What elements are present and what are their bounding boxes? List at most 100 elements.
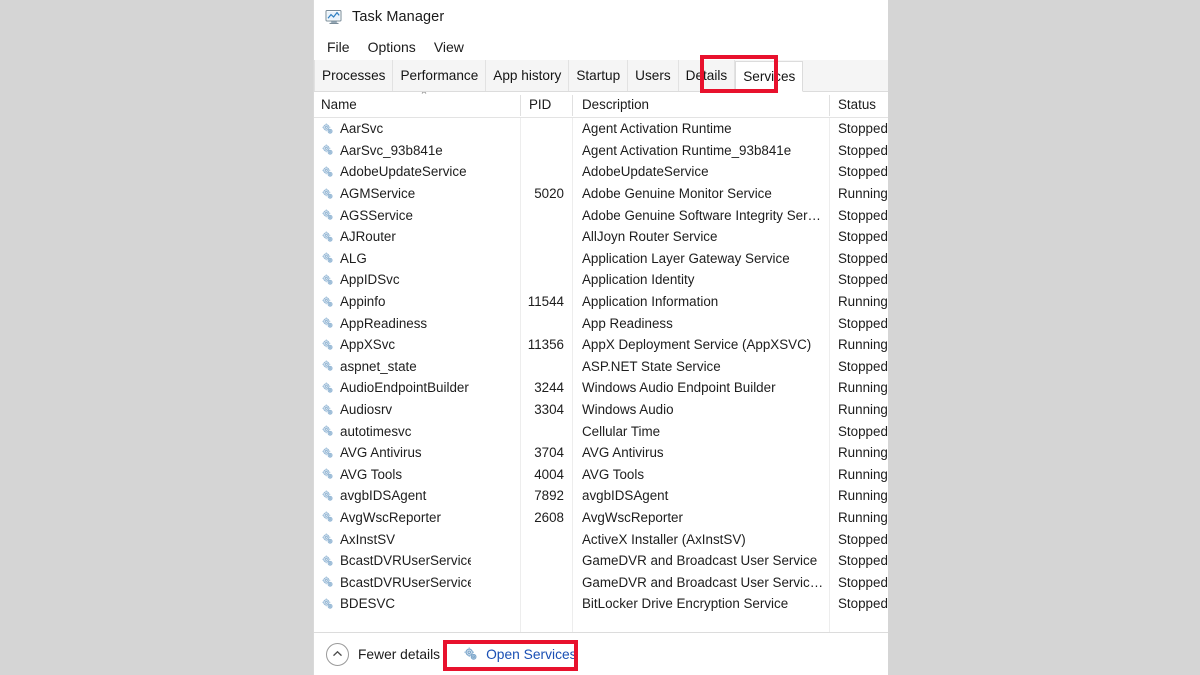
cell-description: Agent Activation Runtime <box>582 121 732 137</box>
service-name: AudioEndpointBuilder <box>340 380 469 396</box>
service-name: Appinfo <box>340 294 386 310</box>
annotation-box-services-tab <box>700 55 778 93</box>
cell-description: AVG Antivirus <box>582 445 664 461</box>
tab-performance[interactable]: Performance <box>393 60 487 91</box>
service-name: BcastDVRUserService_93b8… <box>340 574 471 590</box>
table-row[interactable]: AarSvc Agent Activation Runtime Stopped <box>314 118 888 140</box>
cell-pid <box>510 571 572 593</box>
column-header-status[interactable]: Status <box>838 92 888 117</box>
cell-description: Application Identity <box>582 272 695 288</box>
cell-name: autotimesvc <box>321 420 471 442</box>
service-gear-icon <box>322 231 333 242</box>
cell-status: Stopped <box>838 229 888 245</box>
table-row[interactable]: AVG Tools 4004 AVG Tools Running <box>314 464 888 486</box>
service-name: autotimesvc <box>340 423 412 439</box>
cell-description: Windows Audio Endpoint Builder <box>582 380 776 396</box>
table-row[interactable]: AGMService 5020 Adobe Genuine Monitor Serv… <box>314 183 888 205</box>
table-row[interactable]: BcastDVRUserService_93b8… GameDVR and Bro… <box>314 571 888 593</box>
column-header-pid[interactable]: PID <box>529 92 571 117</box>
cell-status: Stopped <box>838 358 888 374</box>
table-row[interactable]: AppReadiness App Readiness Stopped <box>314 312 888 334</box>
header-separator[interactable] <box>829 95 830 116</box>
cell-status: Running <box>838 466 888 482</box>
service-gear-icon <box>322 511 333 523</box>
service-name: AJRouter <box>340 229 396 245</box>
cell-pid <box>510 226 572 248</box>
service-gear-icon <box>322 317 333 328</box>
cell-description: Application Layer Gateway Service <box>582 250 790 266</box>
table-row[interactable]: BcastDVRUserService GameDVR and Broadcast… <box>314 550 888 572</box>
table-row[interactable]: autotimesvc Cellular Time Stopped <box>314 420 888 442</box>
tab-processes[interactable]: Processes <box>314 60 394 91</box>
cell-description: AvgWscReporter <box>582 509 683 525</box>
cell-description: Cellular Time <box>582 423 661 439</box>
cell-name: AJRouter <box>321 226 471 248</box>
service-name: aspnet_state <box>340 358 417 374</box>
cell-pid <box>510 204 572 226</box>
cell-pid: 3304 <box>534 402 564 418</box>
table-row[interactable]: AarSvc_93b841e Agent Activation Runtime_9… <box>314 140 888 162</box>
cell-status: Running <box>838 445 888 461</box>
cell-pid <box>510 312 572 334</box>
tab-users[interactable]: Users <box>628 60 679 91</box>
service-gear-icon <box>322 295 333 307</box>
table-row[interactable]: ALG Application Layer Gateway Service Stop… <box>314 248 888 270</box>
menu-item-file[interactable]: File <box>327 39 350 55</box>
cell-description: Adobe Genuine Monitor Service <box>582 186 772 202</box>
tab-startup[interactable]: Startup <box>569 60 629 91</box>
service-name: AVG Antivirus <box>340 445 422 461</box>
table-row[interactable]: avgbIDSAgent 7892 avgbIDSAgent Running <box>314 485 888 507</box>
tab-strip: Processes Performance App history Startu… <box>314 60 888 92</box>
table-row[interactable]: Appinfo 11544 Application Information Runni… <box>314 291 888 313</box>
table-row[interactable]: AGSService Adobe Genuine Software Integri… <box>314 204 888 226</box>
cell-status: Running <box>838 488 888 504</box>
table-row[interactable]: AudioEndpointBuilder 3244 Windows Audio En… <box>314 377 888 399</box>
cell-pid <box>510 420 572 442</box>
cell-pid: 5020 <box>534 186 564 202</box>
services-list: Name ⌃ PID Description Status AarSvc Agen… <box>314 92 888 632</box>
cell-pid <box>510 528 572 550</box>
cell-status: Stopped <box>838 250 888 266</box>
menu-item-options[interactable]: Options <box>368 39 416 55</box>
cell-name: AdobeUpdateService <box>321 161 471 183</box>
cell-name: AudioEndpointBuilder <box>321 377 471 399</box>
table-row[interactable]: AJRouter AllJoyn Router Service Stopped <box>314 226 888 248</box>
table-row[interactable]: AppIDSvc Application Identity Stopped <box>314 269 888 291</box>
chevron-up-icon[interactable] <box>326 642 349 666</box>
table-row[interactable]: aspnet_state ASP.NET State Service Stopped <box>314 356 888 378</box>
window-title: Task Manager <box>352 8 445 25</box>
table-row[interactable]: AVG Antivirus 3704 AVG Antivirus Running <box>314 442 888 464</box>
cell-name: AarSvc_93b841e <box>321 140 471 162</box>
column-header-description[interactable]: Description <box>582 92 826 117</box>
menu-item-view[interactable]: View <box>434 39 464 55</box>
cell-status: Stopped <box>838 315 888 331</box>
table-row[interactable]: BDESVC BitLocker Drive Encryption Service… <box>314 593 888 615</box>
service-gear-icon <box>322 490 333 501</box>
table-row[interactable]: Audiosrv 3304 Windows Audio Running <box>314 399 888 421</box>
cell-name: AvgWscReporter <box>321 507 471 529</box>
cell-pid <box>510 140 572 162</box>
cell-name: BDESVC <box>321 593 471 615</box>
header-separator[interactable] <box>572 95 573 116</box>
table-row[interactable]: AdobeUpdateService AdobeUpdateService Stop… <box>314 161 888 183</box>
cell-name: AppIDSvc <box>321 269 471 291</box>
cell-status: Running <box>838 380 888 396</box>
table-row[interactable]: AvgWscReporter 2608 AvgWscReporter Running <box>314 507 888 529</box>
table-row[interactable]: AppXSvc 11356 AppX Deployment Service (App… <box>314 334 888 356</box>
cell-pid: 7892 <box>534 488 564 504</box>
cell-status: Stopped <box>838 596 888 612</box>
cell-status: Running <box>838 402 888 418</box>
cell-pid <box>510 356 572 378</box>
service-name: AppIDSvc <box>340 272 400 288</box>
tab-app-history[interactable]: App history <box>486 60 570 91</box>
cell-name: AppReadiness <box>321 312 471 334</box>
cell-description: AllJoyn Router Service <box>582 229 718 245</box>
fewer-details-label[interactable]: Fewer details <box>358 647 440 662</box>
cell-name: AxInstSV <box>321 528 471 550</box>
table-row[interactable]: AxInstSV ActiveX Installer (AxInstSV) Stop… <box>314 528 888 550</box>
cell-pid <box>510 269 572 291</box>
service-gear-icon <box>322 123 333 134</box>
service-name: AxInstSV <box>340 531 396 547</box>
header-separator[interactable] <box>520 95 521 116</box>
column-header-name[interactable]: Name ⌃ <box>321 92 519 117</box>
